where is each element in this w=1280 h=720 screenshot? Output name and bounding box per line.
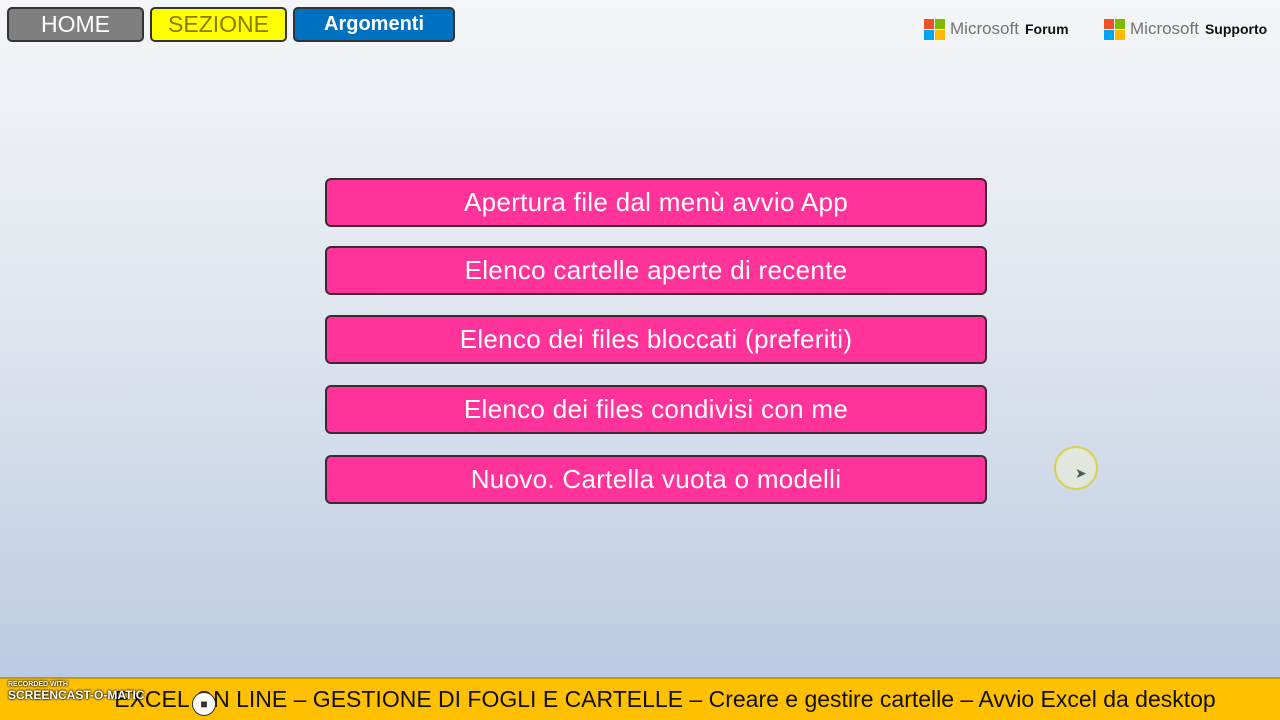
microsoft-logo-icon xyxy=(1104,18,1125,40)
menu-item-nuovo-cartella[interactable]: Nuovo. Cartella vuota o modelli xyxy=(325,455,987,504)
microsoft-brand-text: Microsoft xyxy=(950,19,1019,38)
forum-label: Forum xyxy=(1024,21,1069,37)
supporto-label: Supporto xyxy=(1204,21,1268,37)
footer-title: EXCEL ON LINE – GESTIONE DI FOGLI E CART… xyxy=(114,686,1216,712)
menu-item-files-bloccati[interactable]: Elenco dei files bloccati (preferiti) xyxy=(325,315,987,364)
screencast-watermark: RECORDED WITH SCREENCAST-O-MATIC xyxy=(8,681,144,702)
menu-item-cartelle-recenti[interactable]: Elenco cartelle aperte di recente xyxy=(325,246,987,295)
sezione-button[interactable]: SEZIONE xyxy=(150,7,287,42)
microsoft-logo-icon xyxy=(924,18,945,40)
watermark-recorded-with: RECORDED WITH xyxy=(8,681,68,688)
menu-item-files-condivisi[interactable]: Elenco dei files condivisi con me xyxy=(325,385,987,434)
argomenti-button[interactable]: Argomenti xyxy=(293,7,455,42)
microsoft-forum-link[interactable]: Microsoft Forum xyxy=(924,18,1069,40)
camera-icon[interactable]: ■ xyxy=(192,692,216,716)
home-button[interactable]: HOME xyxy=(7,7,144,42)
microsoft-support-link[interactable]: Microsoft Supporto xyxy=(1104,18,1267,40)
mouse-pointer-icon: ➤ xyxy=(1075,465,1087,481)
microsoft-brand-text: Microsoft xyxy=(1130,19,1199,38)
watermark-brand: SCREENCAST-O-MATIC xyxy=(8,688,145,702)
menu-item-apertura-file[interactable]: Apertura file dal menù avvio App xyxy=(325,178,987,227)
